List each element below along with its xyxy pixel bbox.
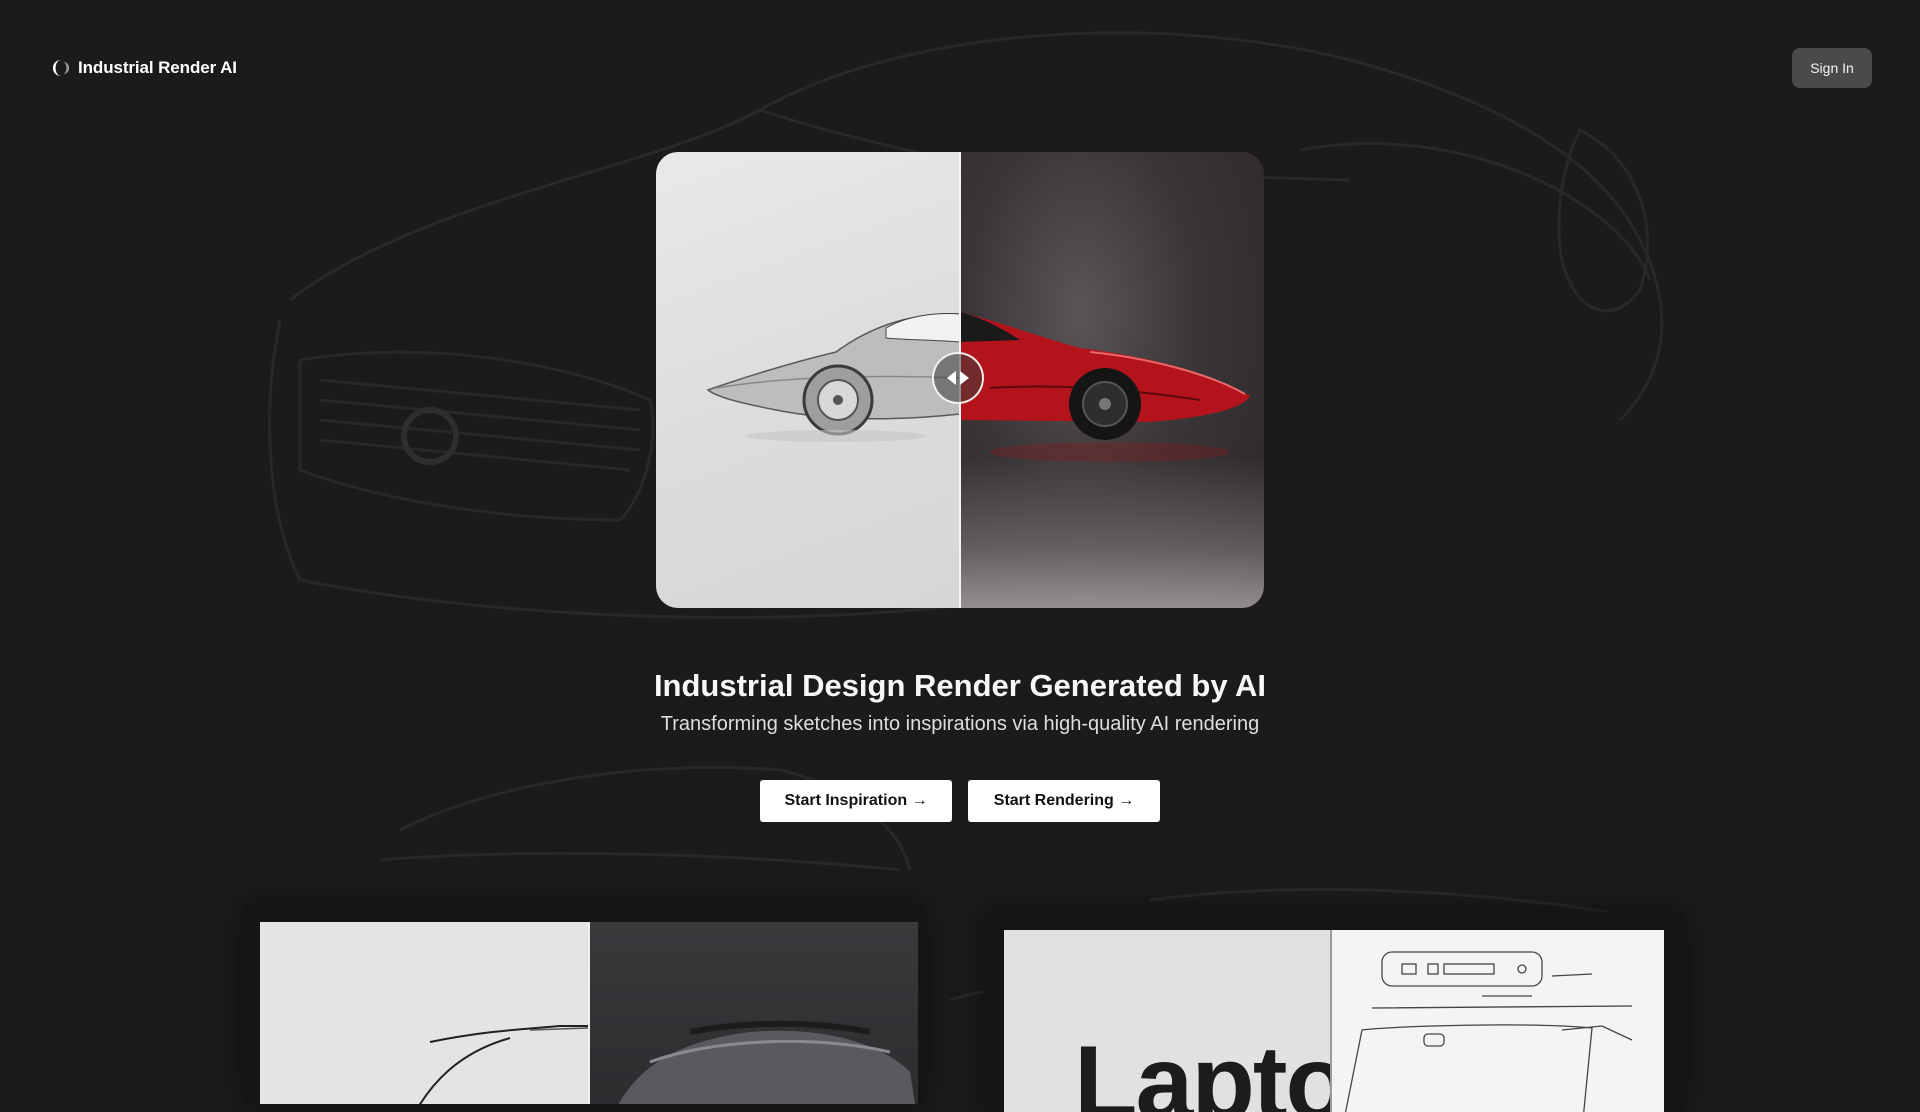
laptop-title-panel: Lapto: [1004, 930, 1330, 1112]
ai-render-panel: [960, 152, 1264, 608]
car-sketch-panel: [260, 922, 588, 1104]
sketch-car-image: [706, 313, 960, 442]
page-subtitle: Transforming sketches into inspirations …: [660, 713, 1260, 735]
laptop-sketch-panel: [1332, 930, 1664, 1112]
showcase-card-laptop[interactable]: Lapto: [984, 912, 1684, 1112]
hero-compare-slider[interactable]: [656, 152, 1264, 608]
sign-in-button[interactable]: Sign In: [1792, 48, 1872, 88]
page-title: Industrial Design Render Generated by AI: [653, 668, 1267, 703]
laptop-word: Lapto: [1074, 1025, 1330, 1112]
start-inspiration-button[interactable]: Start Inspiration →: [760, 780, 952, 822]
arrow-right-icon: [960, 371, 969, 385]
showcase-card-car[interactable]: [244, 904, 924, 1104]
brand-logo[interactable]: Industrial Render AI: [52, 58, 237, 78]
arrow-left-icon: [947, 371, 956, 385]
start-rendering-button[interactable]: Start Rendering →: [968, 780, 1160, 822]
compare-slider-handle[interactable]: [932, 352, 984, 404]
sketch-render-panel: [656, 152, 960, 608]
logo-icon: [52, 59, 70, 77]
car-render-panel: [590, 922, 918, 1104]
logo-text: Industrial Render AI: [78, 58, 237, 77]
red-car-image: [960, 312, 1250, 462]
